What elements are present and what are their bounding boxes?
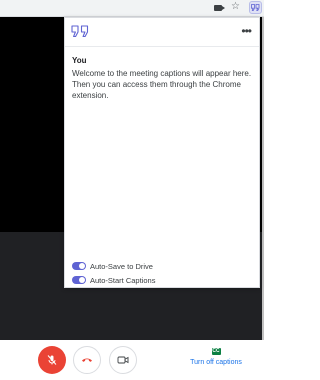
mic-off-button[interactable] <box>38 346 66 374</box>
star-icon[interactable]: ☆ <box>231 2 240 12</box>
toggle-switch-on-icon[interactable] <box>72 262 86 270</box>
popup-divider <box>65 46 259 47</box>
quote-logo-icon <box>71 25 89 37</box>
closed-captions-icon: CC <box>211 348 221 355</box>
auto-start-captions-toggle[interactable]: Auto-Start Captions <box>72 274 155 286</box>
turn-off-captions-button[interactable]: CC Turn off captions <box>184 348 248 374</box>
captions-toggle-label: Turn off captions <box>190 359 242 366</box>
caption-text: Welcome to the meeting captions will app… <box>72 69 252 100</box>
auto-save-drive-label: Auto-Save to Drive <box>90 261 153 271</box>
camera-toggle-button[interactable] <box>109 346 137 374</box>
auto-start-captions-label: Auto-Start Captions <box>90 275 156 285</box>
auto-save-drive-toggle[interactable]: Auto-Save to Drive <box>72 260 153 272</box>
captions-extension-popup: ••• You Welcome to the meeting captions … <box>64 17 260 288</box>
toggle-switch-on-icon[interactable] <box>72 276 86 284</box>
browser-toolbar: ☆ <box>0 0 264 17</box>
caption-speaker-name: You <box>72 56 87 65</box>
mic-off-icon <box>47 355 57 365</box>
video-camera-icon <box>117 356 129 364</box>
camera-icon[interactable] <box>214 5 225 11</box>
scrollbar[interactable] <box>262 17 264 340</box>
extension-captions-icon[interactable] <box>249 1 262 14</box>
hang-up-icon <box>82 358 92 362</box>
hang-up-button[interactable] <box>73 346 101 374</box>
more-options-icon[interactable]: ••• <box>241 25 252 37</box>
